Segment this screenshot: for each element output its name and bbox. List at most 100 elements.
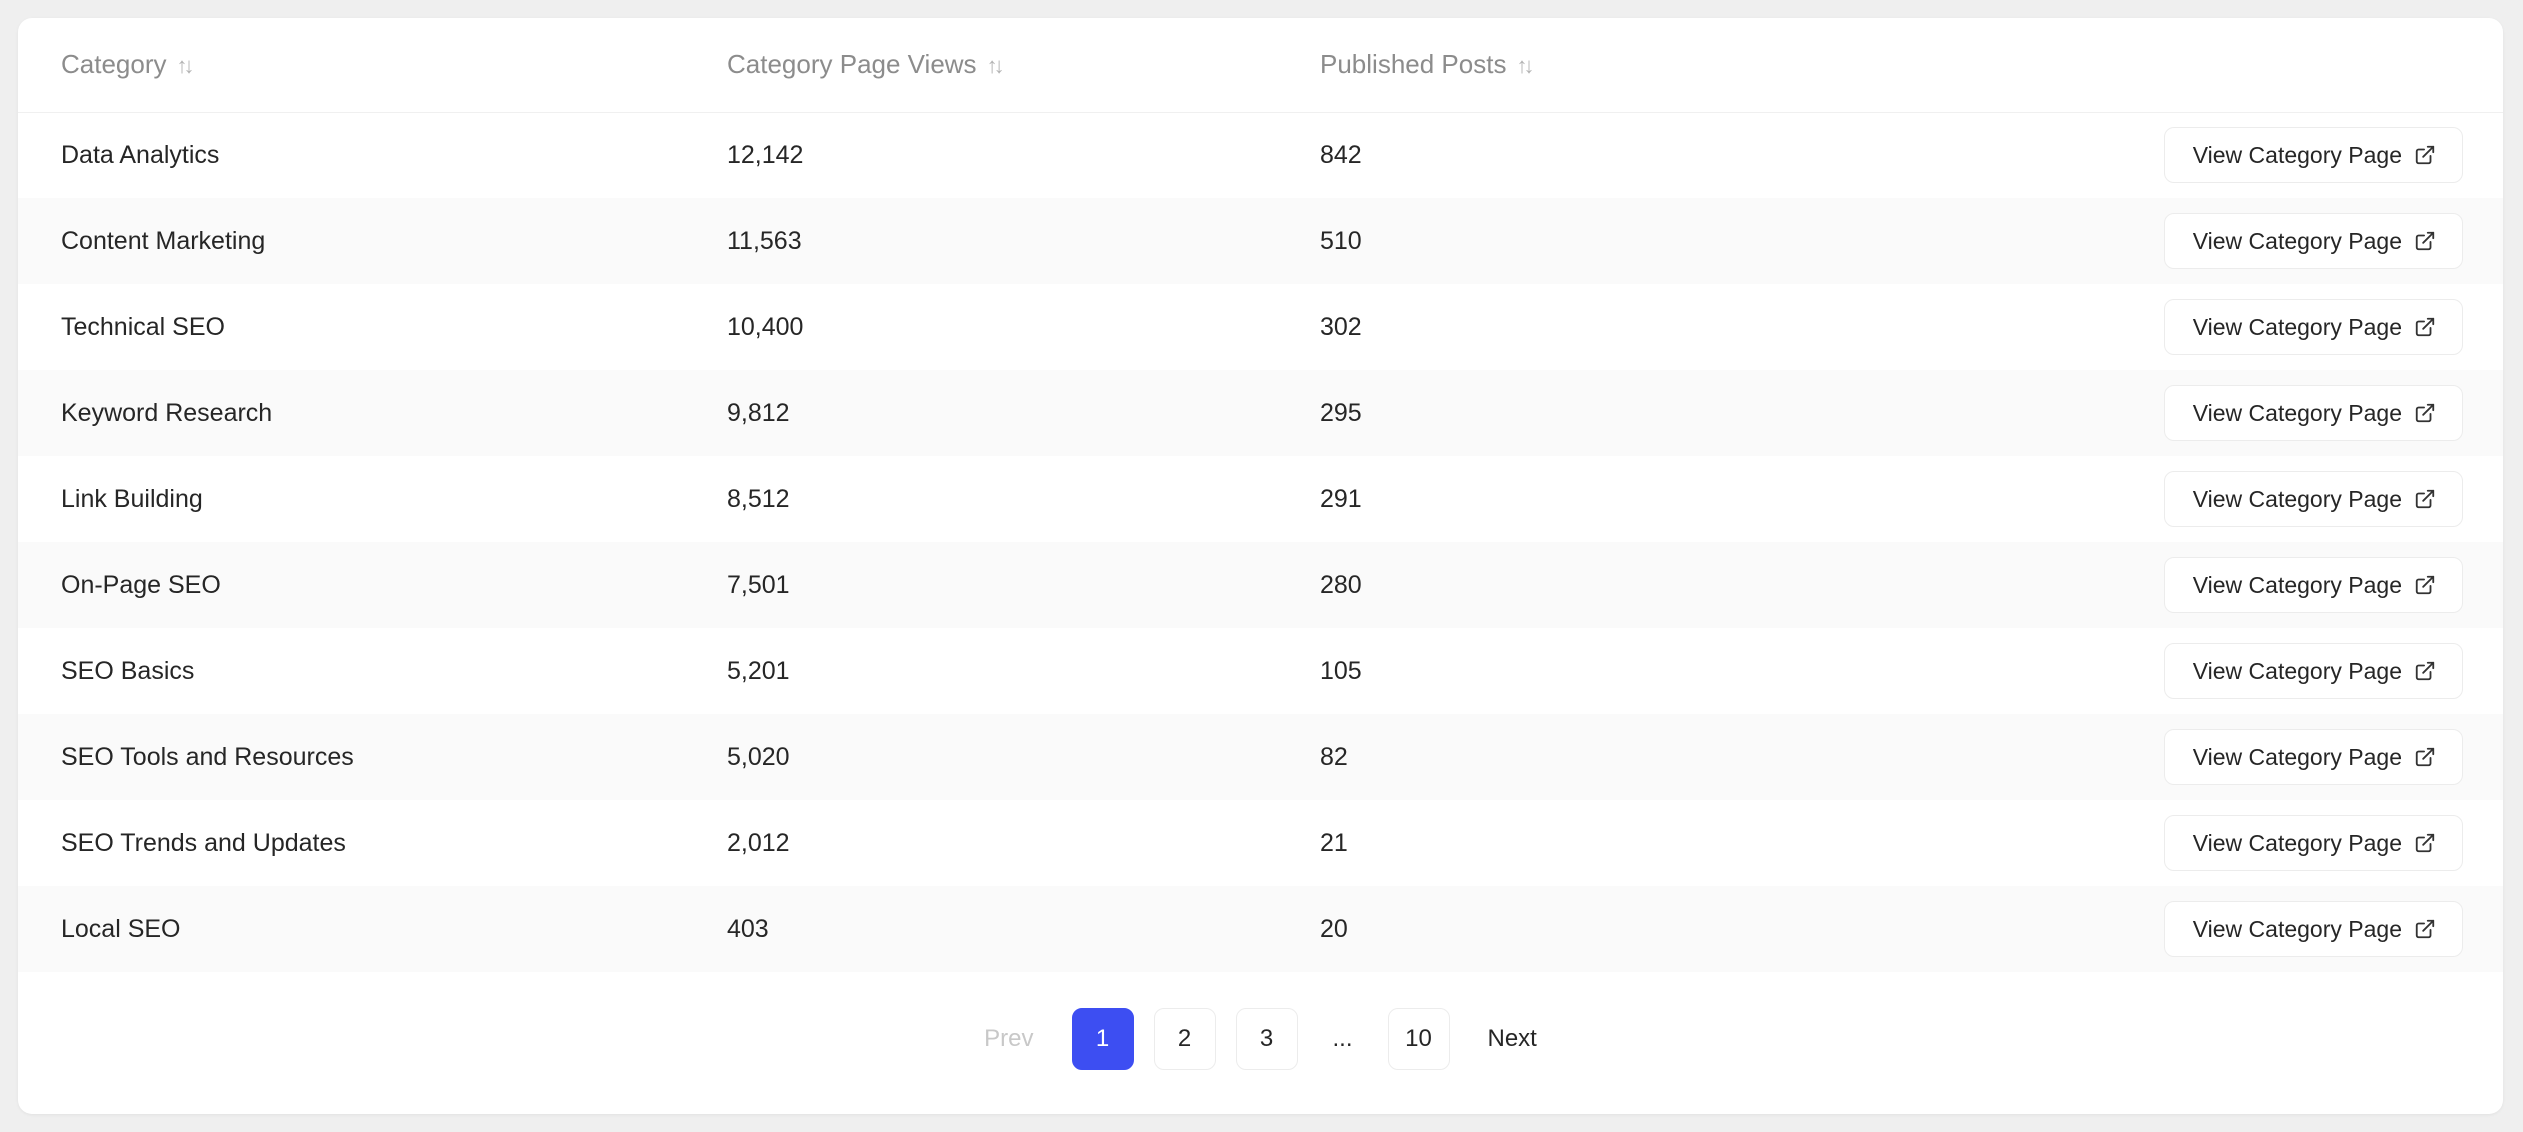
category-cell: Local SEO — [61, 914, 181, 943]
table-row: SEO Trends and Updates 2,012 21 View Catego… — [18, 800, 2503, 886]
published-posts-cell: 21 — [1320, 828, 1348, 857]
action-cell: View Category Page — [1887, 886, 2503, 972]
action-cell: View Category Page — [1887, 800, 2503, 886]
published-posts-cell: 291 — [1320, 484, 1362, 513]
table-row: On-Page SEO 7,501 280 View Category Page — [18, 542, 2503, 628]
published-posts-cell: 82 — [1320, 742, 1348, 771]
published-posts-cell: 295 — [1320, 398, 1362, 427]
external-link-icon — [2414, 918, 2436, 940]
external-link-icon — [2414, 660, 2436, 682]
view-category-page-label: View Category Page — [2192, 227, 2402, 254]
page-button-last[interactable]: 10 — [1387, 1008, 1450, 1070]
published-posts-cell: 280 — [1320, 570, 1362, 599]
category-cell: SEO Basics — [61, 656, 195, 685]
table-row: SEO Basics 5,201 105 View Category Page — [18, 628, 2503, 714]
pagination: Prev 1 2 3 ... 10 Next — [18, 1008, 2503, 1070]
header-page-views[interactable]: Category Page Views ↑↓ — [701, 18, 1294, 113]
category-cell: Technical SEO — [61, 312, 225, 341]
view-category-page-button[interactable]: View Category Page — [2163, 557, 2463, 613]
category-cell: SEO Trends and Updates — [61, 828, 346, 857]
view-category-page-button[interactable]: View Category Page — [2163, 213, 2463, 269]
page-views-cell: 9,812 — [727, 398, 790, 427]
action-cell: View Category Page — [1887, 284, 2503, 370]
table-row: Link Building 8,512 291 View Category Page — [18, 456, 2503, 542]
category-cell: Link Building — [61, 484, 203, 513]
page-views-cell: 12,142 — [727, 140, 804, 169]
view-category-page-label: View Category Page — [2192, 915, 2402, 942]
view-category-page-button[interactable]: View Category Page — [2163, 299, 2463, 355]
external-link-icon — [2414, 316, 2436, 338]
view-category-page-button[interactable]: View Category Page — [2163, 127, 2463, 184]
external-link-icon — [2414, 402, 2436, 424]
header-category[interactable]: Category ↑↓ — [18, 18, 701, 113]
published-posts-cell: 510 — [1320, 226, 1362, 255]
view-category-page-label: View Category Page — [2192, 141, 2402, 168]
page-button-1[interactable]: 1 — [1071, 1008, 1134, 1070]
table-header-row: Category ↑↓ Category Page Views ↑↓ Publish… — [18, 18, 2503, 113]
action-cell: View Category Page — [1887, 542, 2503, 628]
page-views-cell: 2,012 — [727, 828, 790, 857]
table-row: SEO Tools and Resources 5,020 82 View Categ… — [18, 714, 2503, 800]
category-cell: Data Analytics — [61, 140, 220, 169]
table-body: Data Analytics 12,142 842 View Category Pag… — [18, 112, 2503, 972]
view-category-page-label: View Category Page — [2192, 829, 2402, 856]
action-cell: View Category Page — [1887, 370, 2503, 456]
external-link-icon — [2414, 746, 2436, 768]
page-views-cell: 403 — [727, 914, 769, 943]
view-category-page-button[interactable]: View Category Page — [2163, 815, 2463, 871]
action-cell: View Category Page — [1887, 198, 2503, 284]
category-table-card: Category ↑↓ Category Page Views ↑↓ Publish… — [18, 18, 2503, 1114]
table-row: Local SEO 403 20 View Category Page — [18, 886, 2503, 972]
category-cell: Content Marketing — [61, 226, 266, 255]
published-posts-cell: 105 — [1320, 656, 1362, 685]
sort-icon[interactable]: ↑↓ — [987, 53, 1005, 79]
action-cell: View Category Page — [1887, 112, 2503, 198]
view-category-page-label: View Category Page — [2192, 571, 2402, 598]
action-cell: View Category Page — [1887, 628, 2503, 714]
published-posts-cell: 842 — [1320, 140, 1362, 169]
published-posts-cell: 20 — [1320, 914, 1348, 943]
external-link-icon — [2414, 230, 2436, 252]
view-category-page-label: View Category Page — [2192, 399, 2402, 426]
external-link-icon — [2414, 488, 2436, 510]
page-views-cell: 5,020 — [727, 742, 790, 771]
category-cell: Keyword Research — [61, 398, 273, 427]
table-row: Data Analytics 12,142 842 View Category Pag… — [18, 112, 2503, 198]
view-category-page-button[interactable]: View Category Page — [2163, 729, 2463, 785]
page-views-cell: 11,563 — [727, 226, 802, 255]
prev-button[interactable]: Prev — [966, 1008, 1051, 1070]
view-category-page-label: View Category Page — [2192, 657, 2402, 684]
next-button[interactable]: Next — [1470, 1008, 1555, 1070]
table-row: Technical SEO 10,400 302 View Category Page — [18, 284, 2503, 370]
page-views-cell: 8,512 — [727, 484, 790, 513]
view-category-page-label: View Category Page — [2192, 313, 2402, 340]
page-button-2[interactable]: 2 — [1153, 1008, 1216, 1070]
category-cell: SEO Tools and Resources — [61, 742, 354, 771]
published-posts-cell: 302 — [1320, 312, 1362, 341]
view-category-page-label: View Category Page — [2192, 485, 2402, 512]
view-category-page-label: View Category Page — [2192, 743, 2402, 770]
header-actions — [1887, 18, 2503, 113]
action-cell: View Category Page — [1887, 456, 2503, 542]
view-category-page-button[interactable]: View Category Page — [2163, 385, 2463, 441]
external-link-icon — [2414, 574, 2436, 596]
external-link-icon — [2414, 832, 2436, 854]
page-views-cell: 7,501 — [727, 570, 790, 599]
view-category-page-button[interactable]: View Category Page — [2163, 901, 2463, 957]
page-button-3[interactable]: 3 — [1235, 1008, 1298, 1070]
sort-icon[interactable]: ↑↓ — [177, 53, 195, 79]
action-cell: View Category Page — [1887, 714, 2503, 800]
view-category-page-button[interactable]: View Category Page — [2163, 471, 2463, 527]
header-page-views-label: Category Page Views — [727, 49, 977, 80]
page-views-cell: 10,400 — [727, 312, 804, 341]
header-category-label: Category — [61, 49, 167, 80]
view-category-page-button[interactable]: View Category Page — [2163, 643, 2463, 699]
table-row: Content Marketing 11,563 510 View Category … — [18, 198, 2503, 284]
header-published-posts-label: Published Posts — [1320, 49, 1507, 80]
header-published-posts[interactable]: Published Posts ↑↓ — [1294, 18, 1887, 113]
pagination-ellipsis: ... — [1332, 1025, 1353, 1052]
sort-icon[interactable]: ↑↓ — [1516, 53, 1534, 79]
category-cell: On-Page SEO — [61, 570, 221, 599]
external-link-icon — [2414, 144, 2436, 166]
page-views-cell: 5,201 — [727, 656, 790, 685]
